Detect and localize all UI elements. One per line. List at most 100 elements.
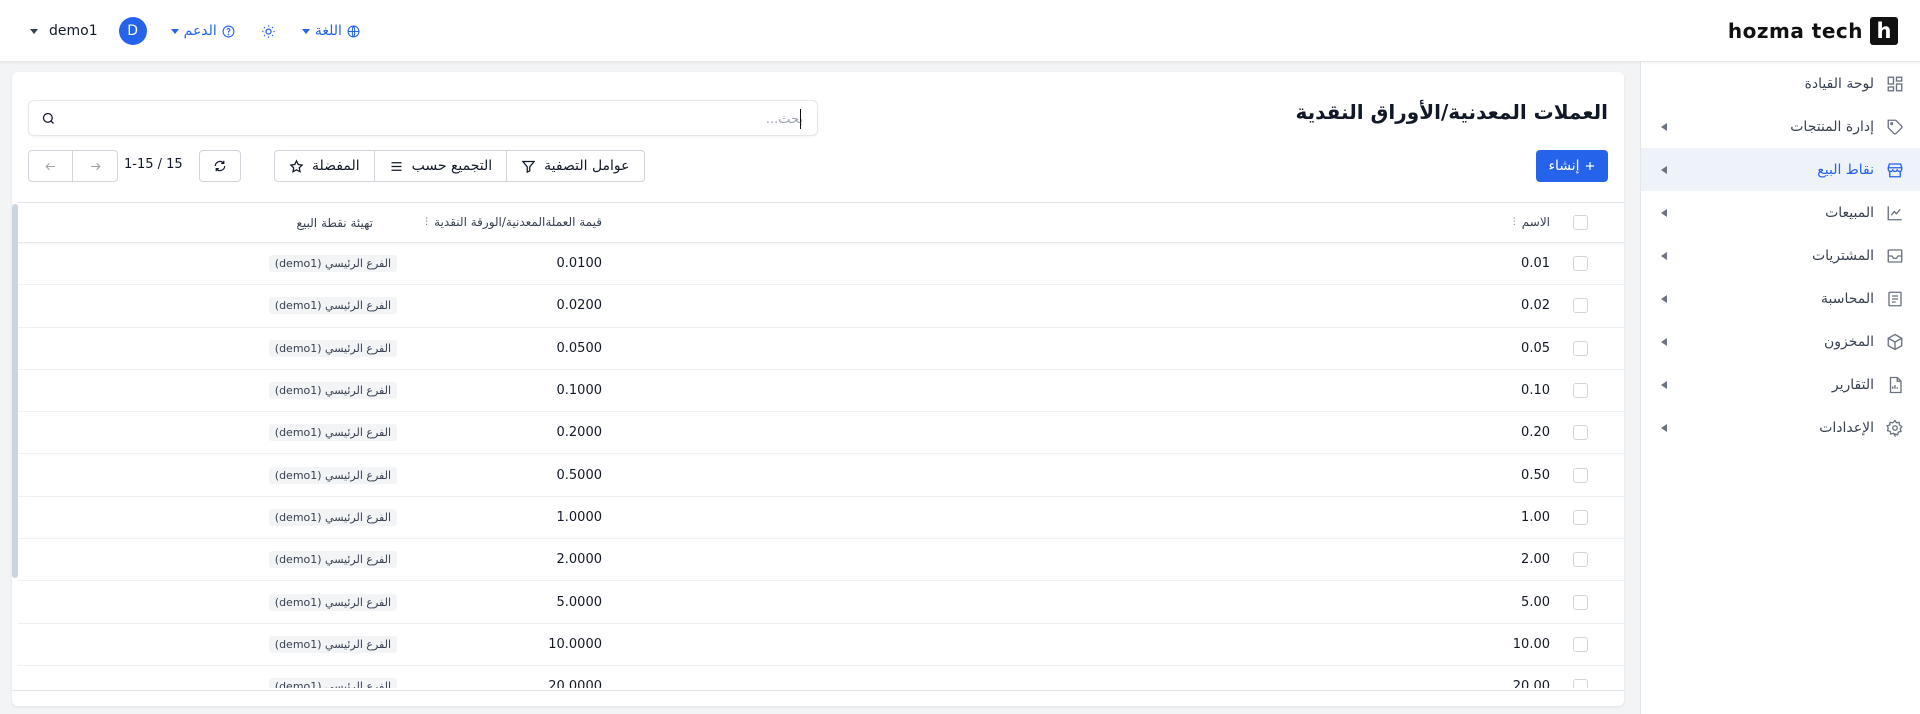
- cell-name: 0.05: [1521, 340, 1550, 356]
- cell-pos-tag: الفرع الرئيسي (demo1): [268, 297, 397, 315]
- sidebar: لوحة القيادة إدارة المنتجات نقاط البيع ا…: [1640, 62, 1920, 714]
- sort-icon: ⋮: [422, 217, 431, 227]
- sidebar-item-pos[interactable]: نقاط البيع: [1641, 148, 1920, 191]
- chevron-left-icon: [1661, 381, 1667, 389]
- table-row[interactable]: 2.00 2.0000 الفرع الرئيسي (demo1): [18, 539, 1624, 582]
- next-page-button[interactable]: [73, 151, 117, 181]
- table-row[interactable]: 1.00 1.0000 الفرع الرئيسي (demo1): [18, 497, 1624, 540]
- cell-value: 0.1000: [556, 383, 603, 399]
- cell-pos-tag: الفرع الرئيسي (demo1): [268, 466, 397, 484]
- select-all-checkbox[interactable]: [1572, 215, 1588, 230]
- row-checkbox[interactable]: [1572, 298, 1588, 314]
- sidebar-item-label: المخزون: [1823, 333, 1874, 350]
- language-menu[interactable]: اللغة: [301, 23, 360, 39]
- store-icon: [1886, 161, 1904, 179]
- cell-pos-tag: الفرع الرئيسي (demo1): [268, 678, 397, 688]
- chevron-left-icon: [1661, 252, 1667, 260]
- table-row[interactable]: 0.10 0.1000 الفرع الرئيسي (demo1): [18, 370, 1624, 413]
- cell-value: 2.0000: [556, 552, 603, 568]
- row-checkbox[interactable]: [1572, 340, 1588, 356]
- pager: [28, 150, 118, 182]
- table-row[interactable]: 20.00 20.0000 الفرع الرئيسي (demo1): [18, 666, 1624, 688]
- chevron-left-icon: [1661, 166, 1667, 174]
- star-icon: [289, 158, 304, 174]
- chevron-left-icon: [1661, 424, 1667, 432]
- cell-value: 1.0000: [556, 509, 603, 525]
- pager-range: 1-15 / 15: [124, 157, 183, 172]
- chevron-left-icon: [1661, 338, 1667, 346]
- sidebar-item-label: المحاسبة: [1820, 290, 1874, 307]
- text-cursor: [800, 109, 801, 129]
- row-checkbox[interactable]: [1572, 467, 1588, 483]
- row-checkbox[interactable]: [1572, 509, 1588, 525]
- sidebar-item-dashboard[interactable]: لوحة القيادة: [1641, 62, 1920, 105]
- sidebar-item-sales[interactable]: المبيعات: [1641, 191, 1920, 234]
- table-row[interactable]: 0.20 0.2000 الفرع الرئيسي (demo1): [18, 412, 1624, 455]
- row-checkbox[interactable]: [1572, 552, 1588, 568]
- cell-name: 0.10: [1521, 383, 1550, 399]
- chevron-down-icon: [170, 28, 179, 34]
- table-row[interactable]: 0.01 0.0100 الفرع الرئيسي (demo1): [18, 243, 1624, 286]
- previous-page-button[interactable]: [29, 151, 73, 181]
- column-header-pos[interactable]: تهيئة نقطة البيع: [297, 216, 373, 230]
- chevron-left-icon: [1661, 123, 1667, 131]
- brand-logo[interactable]: h hozma tech: [1728, 17, 1898, 45]
- cell-pos-tag: الفرع الرئيسي (demo1): [268, 593, 397, 611]
- sidebar-item-accounting[interactable]: المحاسبة: [1641, 277, 1920, 320]
- sidebar-item-label: التقارير: [1831, 376, 1874, 393]
- filters-button[interactable]: عوامل التصفية: [507, 151, 643, 181]
- table-footer: [12, 690, 1624, 706]
- favorites-button[interactable]: المفضلة: [275, 151, 375, 181]
- row-checkbox[interactable]: [1572, 425, 1588, 441]
- sidebar-item-label: المبيعات: [1825, 204, 1874, 221]
- table-row[interactable]: 5.00 5.0000 الفرع الرئيسي (demo1): [18, 581, 1624, 624]
- group-by-button[interactable]: التجميع حسب: [375, 151, 508, 181]
- support-menu[interactable]: الدعم: [170, 23, 235, 39]
- user-menu[interactable]: demo1 D: [30, 17, 147, 45]
- avatar[interactable]: D: [118, 17, 147, 45]
- group-by-label: التجميع حسب: [411, 158, 493, 174]
- sidebar-item-reports[interactable]: التقارير: [1641, 363, 1920, 406]
- refresh-button[interactable]: [199, 150, 241, 182]
- gear-icon: [1886, 418, 1904, 437]
- chevron-left-icon: [1661, 295, 1667, 303]
- sun-icon: [261, 24, 276, 39]
- create-button[interactable]: إنشاء: [1536, 150, 1608, 182]
- theme-toggle[interactable]: [261, 24, 276, 39]
- column-header-name[interactable]: الاسم ⋮: [1510, 215, 1550, 229]
- sidebar-item-inventory[interactable]: المخزون: [1641, 320, 1920, 363]
- sidebar-item-label: لوحة القيادة: [1804, 75, 1874, 92]
- chart-line-icon: [1886, 204, 1904, 222]
- cell-name: 1.00: [1521, 509, 1550, 525]
- sidebar-item-purchases[interactable]: المشتريات: [1641, 234, 1920, 277]
- search-bar[interactable]: [28, 100, 818, 136]
- sidebar-item-label: الإعدادات: [1819, 419, 1874, 436]
- tag-icon: [1886, 118, 1904, 136]
- cell-value: 0.0100: [556, 256, 603, 272]
- table-row[interactable]: 0.05 0.0500 الفرع الرئيسي (demo1): [18, 328, 1624, 370]
- column-header-value[interactable]: قيمة العملةالمعدنية/الورقة النقدية ⋮: [422, 215, 602, 229]
- cell-pos-tag: الفرع الرئيسي (demo1): [268, 551, 397, 569]
- table-body: 0.01 0.0100 الفرع الرئيسي (demo1) 0.02 0.020…: [18, 243, 1624, 688]
- table-row[interactable]: 0.50 0.5000 الفرع الرئيسي (demo1): [18, 454, 1624, 497]
- sort-icon: ⋮: [1509, 217, 1519, 227]
- table-row[interactable]: 0.02 0.0200 الفرع الرئيسي (demo1): [18, 285, 1624, 328]
- row-checkbox[interactable]: [1572, 636, 1588, 652]
- search-input[interactable]: [103, 108, 803, 130]
- support-label: الدعم: [183, 23, 217, 39]
- table-row[interactable]: 10.00 10.0000 الفرع الرئيسي (demo1): [18, 624, 1624, 666]
- cell-name: 2.00: [1521, 552, 1550, 568]
- sidebar-item-settings[interactable]: الإعدادات: [1641, 406, 1920, 449]
- row-checkbox[interactable]: [1572, 383, 1588, 399]
- cell-pos-tag: الفرع الرئيسي (demo1): [268, 424, 397, 442]
- sidebar-item-products[interactable]: إدارة المنتجات: [1641, 105, 1920, 148]
- search-icon[interactable]: [41, 111, 56, 126]
- list-icon: [389, 159, 404, 174]
- cell-name: 5.00: [1521, 594, 1550, 610]
- chevron-down-icon: [301, 28, 310, 34]
- row-checkbox[interactable]: [1572, 256, 1588, 272]
- cell-name: 0.01: [1521, 256, 1550, 272]
- cell-pos-tag: الفرع الرئيسي (demo1): [268, 382, 397, 400]
- row-checkbox[interactable]: [1572, 594, 1588, 610]
- row-checkbox[interactable]: [1572, 679, 1588, 688]
